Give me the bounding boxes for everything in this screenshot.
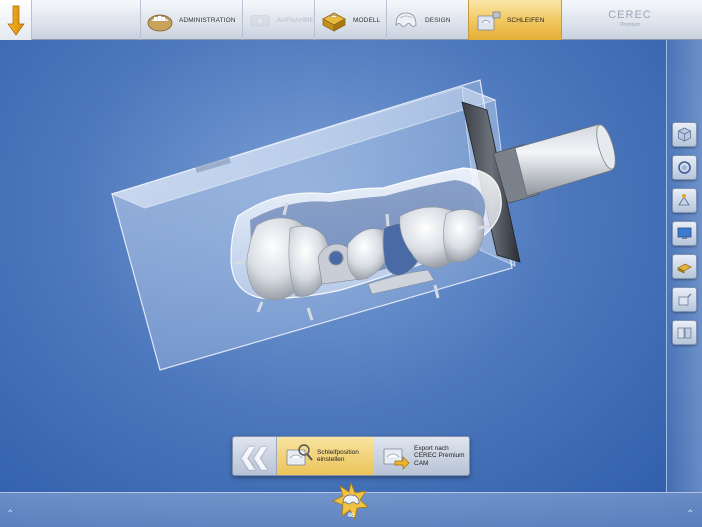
grind-position-icon <box>286 444 313 466</box>
grind-position-label: Schleifposition einstellen <box>317 449 374 464</box>
expand-right-icon[interactable]: ⌃ <box>686 509 694 520</box>
export-icon <box>383 448 410 470</box>
material-block-icon <box>677 263 692 274</box>
cerec-logo: CEREC Premium <box>605 9 655 28</box>
home-button[interactable] <box>0 0 32 40</box>
tab-schleifen-label: SCHLEIFEN <box>507 16 545 24</box>
rotate-button[interactable] <box>672 155 697 180</box>
tab-administration-label: ADMINISTRATION <box>179 16 236 24</box>
down-arrow-icon <box>7 5 25 36</box>
double-chevron-left-icon: ❮❮ <box>239 444 270 469</box>
tooth-number: 46 <box>347 513 355 519</box>
milling-preview-canvas[interactable] <box>0 40 666 492</box>
sprue-button[interactable] <box>672 287 697 312</box>
camera-icon <box>250 15 270 27</box>
back-button[interactable]: ❮❮ <box>233 437 277 475</box>
tab-aufnahme-label: AUFNAHME <box>276 16 314 24</box>
material-block-button[interactable] <box>672 254 697 279</box>
monitor-icon <box>677 227 692 239</box>
logo-brand: CEREC <box>608 9 652 21</box>
action-panel: ❮❮ Schleifposition einstellen Export nac… <box>232 436 470 476</box>
tab-administration[interactable]: ADMINISTRATION <box>140 0 242 40</box>
sprue-icon <box>678 293 692 306</box>
tab-modell[interactable]: MODELL <box>314 0 386 40</box>
blocks-icon <box>677 327 692 339</box>
tab-schleifen[interactable]: SCHLEIFEN <box>468 0 562 40</box>
milling-icon <box>477 11 501 31</box>
export-label: Export nach CEREC Premium CAM <box>414 445 469 468</box>
view-cube-icon <box>678 127 691 142</box>
grind-position-line2: einstellen <box>317 456 345 463</box>
export-line2: CEREC Premium <box>414 452 465 460</box>
position-adjust-button[interactable] <box>672 188 697 213</box>
milling-block-render <box>110 79 616 371</box>
grind-position-button[interactable]: Schleifposition einstellen <box>278 437 374 475</box>
tab-design[interactable]: DESIGN <box>386 0 468 40</box>
view-toolbar <box>666 40 702 492</box>
tab-aufnahme[interactable]: AUFNAHME <box>242 0 314 40</box>
tab-design-label: DESIGN <box>425 16 451 24</box>
model-icon <box>322 12 346 32</box>
export-line3: CAM <box>414 459 429 467</box>
monitor-button[interactable] <box>672 221 697 246</box>
tooth-crown-icon <box>395 12 417 27</box>
expand-left-icon[interactable]: ⌃ <box>6 509 14 520</box>
tab-modell-label[interactable]: MODELL <box>353 17 380 24</box>
export-line1: Export nach <box>414 444 449 452</box>
blocks-button[interactable] <box>672 320 697 345</box>
view-cube-button[interactable] <box>672 122 697 147</box>
rotate-icon <box>678 161 691 174</box>
logo-edition: Premium <box>619 22 640 28</box>
dental-case-icon <box>147 14 173 32</box>
position-adjust-icon <box>678 194 690 206</box>
export-button[interactable]: Export nach CEREC Premium CAM <box>375 437 469 475</box>
grind-position-line1: Schleifposition <box>317 448 359 456</box>
workflow-bar: ADMINISTRATION AUFNAHME MODELL DESIGN SC… <box>0 0 702 40</box>
